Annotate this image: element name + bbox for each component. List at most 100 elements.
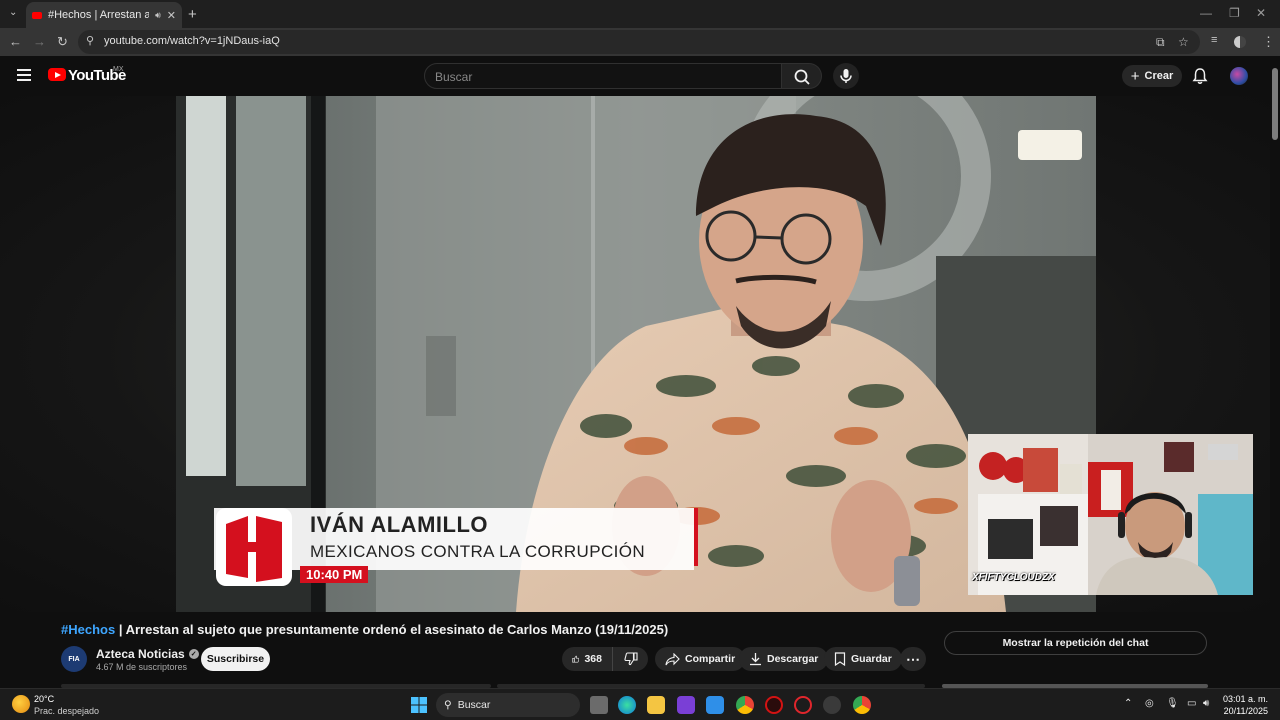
plus-icon: + (1130, 67, 1140, 85)
show-chat-replay-button[interactable]: Mostrar la repetición del chat (944, 631, 1207, 655)
youtube-logo-icon[interactable] (48, 68, 66, 81)
weather-icon[interactable] (12, 695, 30, 713)
search-button[interactable] (782, 63, 822, 89)
youtube-favicon-icon (32, 11, 42, 19)
lower-third-accent (694, 508, 698, 566)
url-text: youtube.com/watch?v=1jNDaus-iaQ (104, 35, 280, 47)
file-explorer-icon[interactable] (647, 696, 665, 714)
tray-overflow-icon[interactable]: ⌃ (1124, 698, 1132, 709)
webcam-username-tag: XFIFTYCLOUDZX (972, 572, 1055, 583)
close-window-icon[interactable]: ✕ (1256, 6, 1266, 20)
video-player[interactable]: IVÁN ALAMILLO MEXICANOS CONTRA LA CORRUP… (176, 96, 1096, 612)
title-hashtag-link[interactable]: #Hechos (61, 622, 115, 637)
lower-third-time: 10:40 PM (300, 566, 369, 583)
bookmark-save-icon (834, 652, 846, 666)
edge-browser-icon[interactable] (618, 696, 636, 714)
taskbar-clock[interactable]: 03:01 a. m. 20/11/2025 (1223, 693, 1268, 717)
install-app-icon[interactable]: ⧉ (1156, 35, 1165, 50)
more-horizontal-icon: ⋯ (906, 650, 920, 667)
lower-third-name: IVÁN ALAMILLO (310, 512, 488, 537)
save-button[interactable]: Guardar (824, 647, 902, 671)
channel-name[interactable]: Azteca Noticias (96, 647, 185, 661)
address-bar[interactable]: ⚲ youtube.com/watch?v=1jNDaus-iaQ ⧉ ☆ (78, 30, 1200, 54)
create-label: Crear (1144, 70, 1174, 82)
download-button[interactable]: Descargar (739, 647, 829, 671)
voice-search-button[interactable] (833, 63, 859, 89)
tray-app-icon[interactable]: ◎ (1145, 698, 1154, 709)
task-view-icon[interactable] (590, 696, 608, 714)
microphone-tray-icon[interactable]: 🎙︎ (1166, 698, 1179, 709)
thumbs-up-icon (572, 655, 580, 663)
account-avatar[interactable] (1230, 67, 1248, 85)
reload-icon[interactable]: ↻ (57, 34, 68, 50)
weather-temperature[interactable]: 20°C (34, 694, 54, 704)
like-count: 368 (584, 653, 602, 665)
opera-browser-icon[interactable] (794, 696, 812, 714)
save-label: Guardar (851, 653, 892, 665)
volume-icon[interactable]: 🔊︎ (1203, 698, 1209, 709)
microphone-icon (840, 69, 852, 83)
chrome-browser-icon[interactable] (736, 696, 754, 714)
video-title: #Hechos | Arrestan al sujeto que presunt… (61, 622, 668, 637)
forward-icon[interactable]: → (33, 34, 46, 49)
clock-time: 03:01 a. m. (1222, 694, 1268, 704)
browser-tab-strip: ⌄ #Hechos | Arrestan al sujeto 🔊︎ ✕ + — … (0, 0, 1280, 28)
channel-name-row[interactable]: Azteca Noticias ✓ (96, 647, 199, 661)
create-button[interactable]: + Crear (1122, 65, 1182, 87)
taskbar-search-icon: ⚲ (444, 699, 452, 711)
streamer-webcam-overlay (968, 434, 1253, 595)
minimize-icon[interactable]: — (1200, 6, 1212, 20)
taskbar-search-label: Buscar (457, 699, 491, 711)
youtube-header: YouTube MX Buscar + Crear (0, 56, 1280, 96)
like-button[interactable]: 368 (562, 647, 612, 671)
windows-start-icon[interactable] (411, 697, 427, 713)
chrome-profile-icon[interactable] (853, 696, 871, 714)
lower-third-subtitle: MEXICANOS CONTRA LA CORRUPCIÓN (310, 542, 646, 561)
title-text: | Arrestan al sujeto que presuntamente o… (118, 622, 669, 637)
channel-avatar[interactable]: FIA (61, 646, 87, 672)
windows-taskbar: 20°C Prac. despejado ⚲ Buscar ⌃ ◎ 🎙︎ ▭ 🔊… (0, 688, 1280, 720)
new-tab-button[interactable]: + (188, 6, 197, 23)
restore-icon[interactable]: ❐ (1229, 6, 1240, 20)
browser-tab-active[interactable]: #Hechos | Arrestan al sujeto 🔊︎ ✕ (26, 2, 182, 28)
taskbar-search-box[interactable]: ⚲ Buscar (436, 693, 580, 717)
record-app-icon[interactable] (765, 696, 783, 714)
audio-playing-icon[interactable]: 🔊︎ (155, 10, 161, 21)
media-controls-icon[interactable]: ≡ (1211, 34, 1217, 46)
subscriber-count: 4.67 M de suscriptores (96, 662, 188, 672)
notifications-bell-icon[interactable] (1192, 67, 1208, 85)
scrollbar-thumb[interactable] (1272, 68, 1278, 140)
obs-app-icon[interactable] (823, 696, 841, 714)
share-icon (665, 652, 680, 665)
close-tab-icon[interactable]: ✕ (167, 9, 176, 22)
download-label: Descargar (767, 653, 819, 665)
search-placeholder: Buscar (435, 70, 473, 84)
bookmark-star-icon[interactable]: ☆ (1178, 35, 1189, 49)
network-icon[interactable]: ▭ (1187, 698, 1196, 709)
search-input[interactable]: Buscar (424, 63, 782, 89)
search-icon (794, 69, 810, 85)
country-code: MX (113, 66, 124, 73)
webcam-scene (968, 434, 1253, 595)
hechos-logo-icon (216, 508, 292, 586)
browser-toolbar: ← → ↻ ⚲ youtube.com/watch?v=1jNDaus-iaQ … (0, 28, 1280, 56)
share-button[interactable]: Compartir (655, 647, 746, 671)
menu-kebab-icon[interactable]: ⋮ (1262, 34, 1275, 50)
affinity-app-icon[interactable] (677, 696, 695, 714)
download-icon (750, 653, 761, 666)
back-icon[interactable]: ← (9, 34, 22, 49)
tab-title: #Hechos | Arrestan al sujeto (48, 9, 150, 21)
dislike-button[interactable] (612, 647, 648, 671)
more-actions-button[interactable]: ⋯ (900, 647, 926, 671)
store-app-icon[interactable] (706, 696, 724, 714)
thumbs-down-icon (623, 652, 638, 666)
profile-icon[interactable] (1234, 36, 1246, 48)
weather-condition[interactable]: Prac. despejado (34, 706, 99, 716)
page-scrollbar[interactable] (1270, 56, 1280, 688)
verified-badge-icon: ✓ (188, 649, 199, 659)
subscribe-button[interactable]: Suscribirse (201, 647, 270, 671)
tab-search-icon[interactable]: ⌄ (9, 7, 17, 18)
hamburger-menu-icon[interactable] (17, 69, 31, 81)
clock-date: 20/11/2025 (1223, 706, 1268, 716)
site-info-icon[interactable]: ⚲ (86, 34, 94, 47)
